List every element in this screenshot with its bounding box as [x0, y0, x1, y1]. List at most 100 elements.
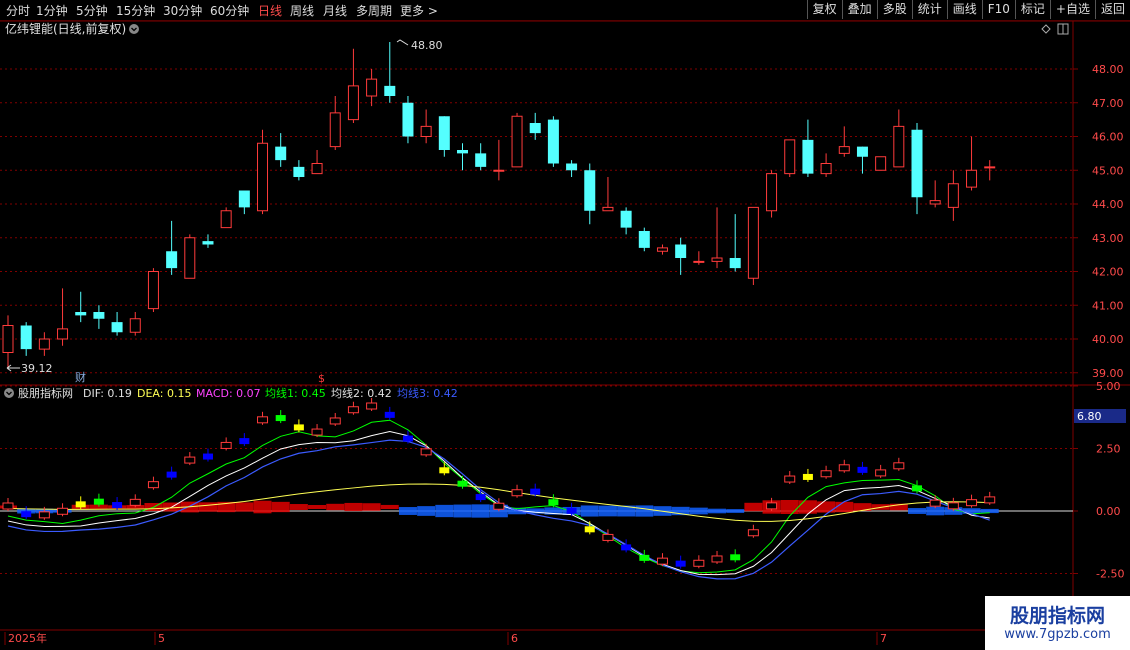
date-year: 2025年	[8, 631, 47, 645]
macd-bar	[435, 504, 454, 518]
mini-body	[166, 471, 177, 478]
candle-body	[766, 173, 778, 212]
mini-body	[220, 441, 232, 449]
candle-body	[493, 169, 505, 172]
mini-body	[929, 499, 941, 507]
price-label: 47.00	[1092, 97, 1124, 110]
candle-body	[984, 166, 996, 169]
main-grid	[0, 68, 1073, 374]
candle-body	[38, 338, 50, 350]
candle-body	[675, 244, 687, 258]
candle-body	[747, 206, 759, 279]
macd-bar	[908, 508, 926, 514]
diamond-icon[interactable]	[1041, 24, 1051, 34]
candle-body	[475, 153, 487, 167]
candle-body	[911, 129, 923, 198]
dividend-marker[interactable]: $	[318, 372, 325, 385]
mini-body	[893, 462, 905, 470]
macd-bar	[689, 507, 708, 515]
macd-bar	[380, 504, 399, 510]
mini-body	[820, 470, 832, 478]
indicator-level: 2.50	[1096, 443, 1121, 456]
macd-bar	[580, 505, 599, 517]
mini-body	[966, 499, 978, 507]
date-month-6: 6	[511, 632, 518, 645]
macd-bar	[980, 508, 999, 514]
mini-body	[202, 453, 213, 460]
price-label: 44.00	[1092, 198, 1124, 211]
indicator-candles	[2, 398, 996, 569]
macd-bar	[726, 509, 745, 513]
mini-body	[184, 456, 196, 464]
low-mark: 39.12	[21, 362, 53, 375]
macd-bar	[344, 502, 363, 512]
indicator-level: 0.00	[1096, 505, 1121, 518]
low-marker-arrow	[6, 364, 20, 372]
mini-body	[747, 529, 759, 537]
macd-bar	[417, 506, 436, 516]
indicator-top-value: 6.80	[1077, 410, 1102, 423]
macd-bar	[235, 502, 254, 512]
macd-bar	[253, 500, 272, 514]
watermark: 股朋指标网 www.7gpzb.com	[985, 596, 1130, 650]
macd-bar	[289, 504, 308, 510]
price-label: 43.00	[1092, 232, 1124, 245]
mini-body	[675, 560, 686, 567]
mini-body	[875, 469, 887, 477]
macd-bar	[708, 508, 727, 514]
indicator-level: 5.00	[1096, 380, 1121, 393]
mini-body	[239, 438, 250, 445]
mini-body	[402, 435, 413, 442]
price-label: 46.00	[1092, 131, 1124, 144]
candle-body	[2, 325, 14, 353]
macd-bar	[308, 505, 327, 509]
dif-value: DIF: 0.19	[83, 387, 132, 400]
candle-body	[966, 169, 978, 188]
macd-value: MACD: 0.07	[196, 387, 261, 400]
candle-body	[693, 260, 705, 263]
macd-bar	[798, 500, 817, 514]
kline-chart[interactable]: 48.00 47.00 46.00 45.00 44.00 43.00 42.00 41.00…	[0, 0, 1130, 650]
title-dropdown-icon[interactable]	[129, 24, 139, 34]
candle-body	[166, 251, 178, 269]
mini-body	[984, 496, 996, 504]
indicator-dropdown-icon[interactable]	[4, 388, 14, 398]
date-month-5: 5	[158, 632, 165, 645]
mini-body	[475, 494, 486, 501]
mini-body	[656, 557, 668, 565]
ma3-value: 均线3: 0.42	[397, 386, 458, 400]
price-label: 41.00	[1092, 299, 1124, 312]
macd-bar	[326, 503, 345, 511]
mini-body	[293, 424, 304, 431]
mini-body	[457, 480, 468, 487]
finance-marker[interactable]: 财	[75, 370, 86, 384]
candle-body	[620, 210, 632, 228]
mini-body	[93, 498, 104, 505]
candle-body	[402, 102, 414, 137]
macd-bar	[198, 502, 217, 512]
mini-body	[366, 402, 378, 410]
mini-body	[311, 428, 323, 436]
mini-body	[347, 406, 359, 414]
watermark-url: www.7gpzb.com	[1004, 627, 1111, 642]
price-label: 45.00	[1092, 164, 1124, 177]
candle-body	[347, 85, 359, 121]
macd-bar	[817, 501, 836, 513]
indicator-name: 股朋指标网	[18, 386, 73, 400]
mini-body	[2, 502, 14, 510]
candle-body	[238, 190, 250, 208]
candle-body	[147, 271, 159, 310]
candle-body	[293, 166, 305, 177]
mini-body	[947, 502, 959, 510]
mini-body	[912, 485, 922, 492]
high-mark: 48.80	[411, 39, 443, 52]
price-label: 39.00	[1092, 367, 1124, 380]
mini-body	[584, 526, 595, 533]
candle-body	[511, 115, 523, 168]
candle-body	[75, 312, 87, 316]
candle-body	[366, 78, 378, 97]
mini-body	[257, 416, 269, 424]
price-axis: 48.00 47.00 46.00 45.00 44.00 43.00 42.00 41.00…	[1073, 63, 1124, 380]
candle-body	[856, 146, 868, 157]
mini-body	[439, 467, 450, 474]
